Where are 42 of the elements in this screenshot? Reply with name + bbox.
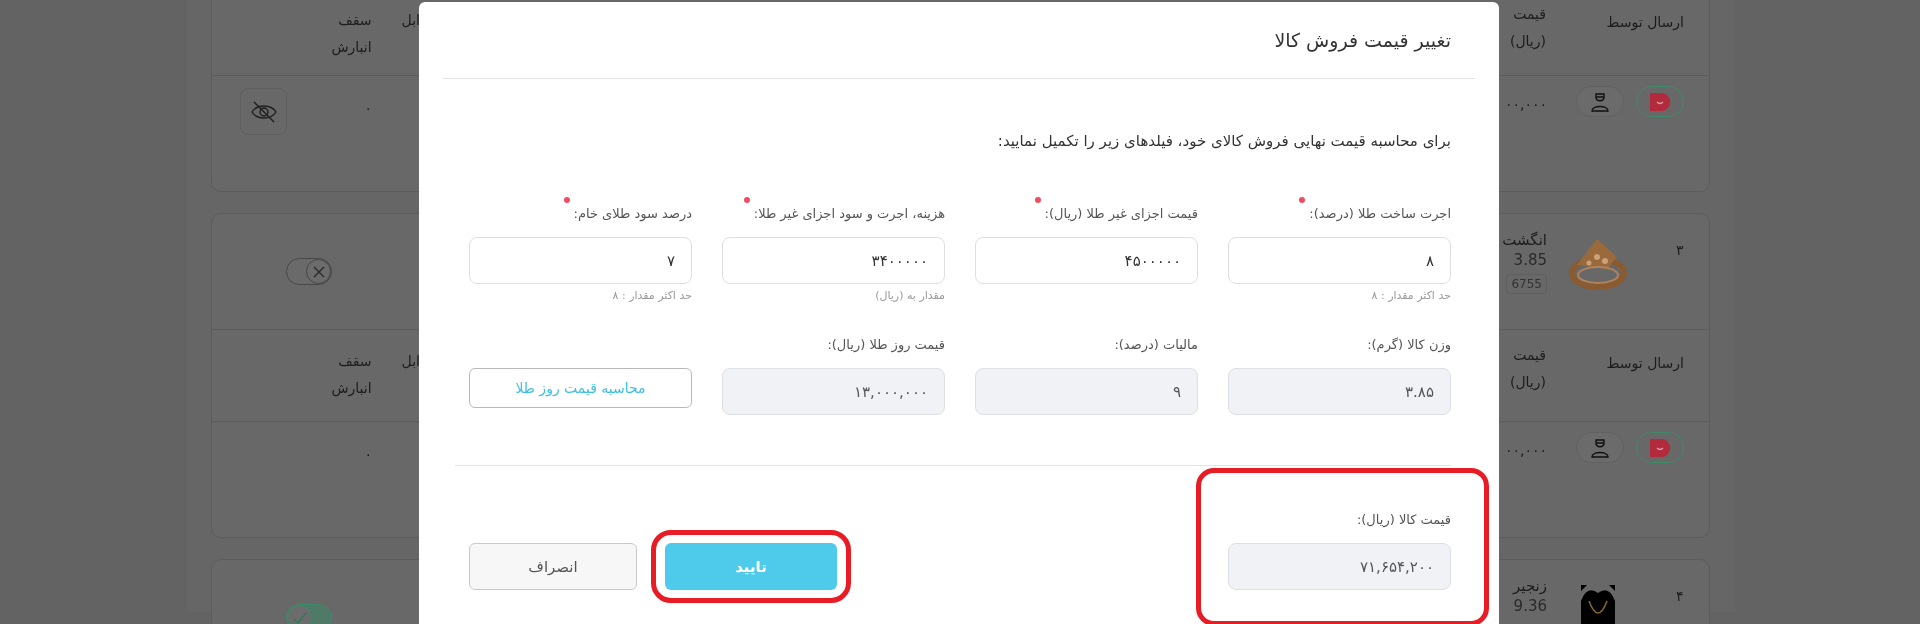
column-header: سقف انبارش [330, 11, 372, 58]
input-field[interactable]: ۷۱,۶۵۴,۲۰۰ [1228, 543, 1451, 590]
input-field[interactable]: ۱۳,۰۰۰,۰۰۰ [722, 368, 945, 415]
field-hint: حد اکثر مقدار : ۸ [1370, 288, 1451, 304]
column-header: سقف انبارش [330, 352, 372, 399]
field-label: قیمت کالا (ریال): [1356, 511, 1451, 530]
column-header: ابل [401, 352, 420, 371]
column-header: ابل [401, 11, 420, 30]
input-field[interactable]: ۹ [975, 368, 1198, 415]
instruction-text: برای محاسبه قیمت نهایی فروش کالای خود، فیلدهای زیر را تکمیل نمایید: [996, 131, 1451, 152]
column-header: قیمت [1513, 346, 1546, 365]
input-field[interactable]: ۳.۸۵ [1228, 368, 1451, 415]
field-label: قیمت اجزای غیر طلا (ریال): [1044, 205, 1198, 224]
field-label: هزینه، اجرت و سود اجزای غیر طلا: [753, 205, 945, 224]
input-field[interactable]: ۸ [1228, 237, 1451, 284]
column-header: ارسال توسط [1606, 13, 1684, 33]
dialog-title: تغییر قیمت فروش کالا [1274, 29, 1451, 51]
cancel-button[interactable]: انصراف [469, 543, 637, 590]
field-hint: حد اکثر مقدار : ۸ [611, 288, 692, 304]
product-name: انگشت [1502, 230, 1547, 251]
input-field[interactable]: ۷ [469, 237, 692, 284]
product-weight: 9.36 [1513, 597, 1547, 616]
field-label: قیمت روز طلا (ریال): [827, 336, 945, 355]
column-header: (ریال) [1509, 373, 1546, 393]
table-cell: ۰ [364, 446, 372, 462]
field-hint: مقدار به (ریال) [874, 288, 945, 304]
table-cell: ۰ [364, 100, 372, 116]
column-header: قیمت [1513, 5, 1546, 24]
row-number: ۳ [1676, 242, 1684, 258]
field-label: اجرت ساخت طلا (درصد): [1309, 205, 1451, 224]
input-field[interactable]: ۳۴۰۰۰۰۰ [722, 237, 945, 284]
row-number: ۴ [1676, 588, 1684, 604]
column-header: ارسال توسط [1606, 354, 1684, 374]
input-field[interactable]: ۴۵۰۰۰۰۰ [975, 237, 1198, 284]
product-name: زنجیر [1513, 576, 1547, 597]
column-header: (ریال) [1509, 32, 1546, 52]
table-cell: ۰۰,۰۰۰ [1504, 442, 1547, 458]
product-weight: 3.85 [1513, 251, 1547, 270]
field-label: وزن کالا (گرم): [1367, 336, 1451, 355]
field-label: مالیات (درصد): [1114, 336, 1198, 355]
table-cell: ۰۰,۰۰۰ [1504, 96, 1547, 112]
field-label: درصد سود طلای خام: [573, 205, 692, 224]
